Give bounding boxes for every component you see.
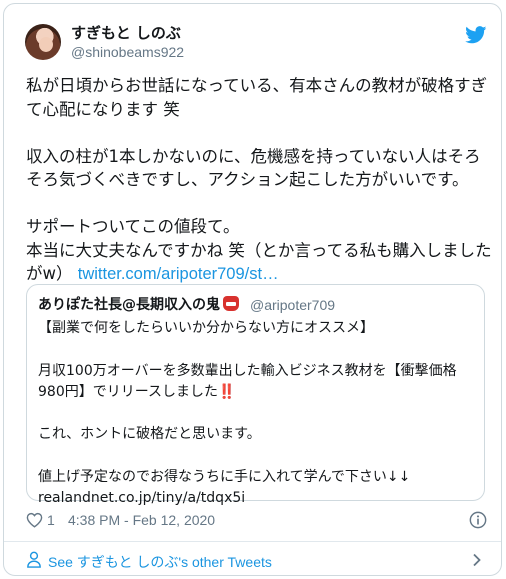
tweet-paragraph-last: サポートついてこの値段て。 本当に大丈夫なんですかね 笑（とか言ってる私も購入し… bbox=[26, 215, 494, 287]
avatar[interactable] bbox=[25, 24, 61, 60]
twitter-bird-icon[interactable] bbox=[465, 26, 487, 44]
quoted-author-name-text: ありぽた社長@長期収入の鬼 bbox=[38, 297, 220, 313]
info-icon[interactable] bbox=[469, 511, 487, 529]
quoted-author-name[interactable]: ありぽた社長@長期収入の鬼 bbox=[38, 296, 239, 314]
quoted-tweet[interactable]: ありぽた社長@長期収入の鬼 @aripoter709 【副業で何をしたらいいか分… bbox=[26, 284, 485, 506]
quoted-paragraph-text: 月収100万オーバーを多数輩出した輸入ビジネス教材を【衝撃価格980円】でリリー… bbox=[38, 362, 457, 400]
see-other-tweets-link[interactable]: See すぎもと しのぶ's other Tweets bbox=[26, 550, 486, 570]
person-icon bbox=[27, 551, 41, 568]
quoted-tweet-text: 【副業で何をしたらいいか分からない方にオススメ】 月収100万オーバーを多数輩出… bbox=[38, 318, 478, 510]
chevron-right-icon bbox=[473, 553, 481, 567]
quoted-paragraph: これ、ホントに破格だと思います。 bbox=[38, 426, 261, 443]
like-count[interactable]: 1 bbox=[47, 512, 55, 528]
double-exclamation-icon: ‼️ bbox=[218, 383, 236, 400]
embedded-tweet-card: すぎもと しのぶ @shinobeams922 私が日頃からお世話になっている、… bbox=[3, 3, 502, 576]
quoted-paragraph: 値上げ予定なのでお得なうちに手に入れて学んで下さい↓↓ bbox=[38, 469, 411, 486]
quoted-line: 【副業で何をしたらいいか分からない方にオススメ】 bbox=[38, 320, 374, 336]
timestamp[interactable]: 4:38 PM - Feb 12, 2020 bbox=[68, 512, 215, 528]
quoted-author-handle[interactable]: @aripoter709 bbox=[250, 296, 335, 314]
quoted-url[interactable]: realandnet.co.jp/tiny/a/tdqx5i bbox=[38, 488, 478, 509]
tweet-link[interactable]: twitter.com/aripoter709/st… bbox=[78, 265, 279, 283]
author-display-name[interactable]: すぎもと しのぶ bbox=[71, 24, 181, 42]
tweet-text: 私が日頃からお世話になっている、有本さんの教材が破格すぎて心配になります 笑 収… bbox=[26, 74, 494, 287]
heart-icon[interactable] bbox=[26, 512, 43, 528]
author-handle[interactable]: @shinobeams922 bbox=[71, 44, 184, 61]
tweet-paragraph: 収入の柱が1本しかないのに、危機感を持っていない人はそろそろ気づくべきですし、ア… bbox=[26, 146, 481, 190]
divider bbox=[4, 541, 501, 542]
tweet-meta: 1 4:38 PM - Feb 12, 2020 bbox=[26, 511, 491, 531]
oni-mask-icon bbox=[223, 296, 239, 311]
tweet-paragraph: 私が日頃からお世話になっている、有本さんの教材が破格すぎて心配になります 笑 bbox=[26, 76, 488, 119]
see-other-tweets-label: See すぎもと しのぶ's other Tweets bbox=[48, 554, 272, 570]
quoted-paragraph: 月収100万オーバーを多数輩出した輸入ビジネス教材を【衝撃価格980円】でリリー… bbox=[38, 361, 478, 404]
